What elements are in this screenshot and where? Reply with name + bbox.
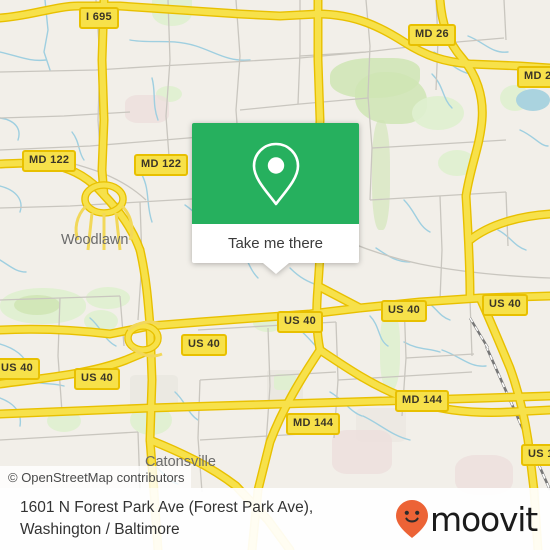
road-shield-us40[interactable]: US 40	[74, 368, 121, 390]
place-label-woodlawn: Woodlawn	[61, 232, 129, 248]
map-attribution[interactable]: © OpenStreetMap contributors	[0, 466, 191, 488]
location-popup[interactable]: Take me there	[192, 123, 359, 274]
road-shield-md122[interactable]: MD 122	[134, 154, 189, 176]
popup-tail-arrow	[262, 263, 289, 274]
road-shield-us40[interactable]: US 40	[482, 294, 529, 316]
road-shield-us40[interactable]: US 40	[181, 334, 228, 356]
location-title-line1: 1601 N Forest Park Ave (Forest Park Ave)…	[20, 499, 314, 516]
map-screenshot: Woodlawn Catonsville I 695 MD 26 MD 26 M…	[0, 0, 550, 550]
take-me-there-label: Take me there	[227, 235, 324, 252]
footer-bar: 1601 N Forest Park Ave (Forest Park Ave)…	[0, 488, 550, 550]
map-pin-icon	[252, 142, 299, 205]
road-shield-md26[interactable]: MD 26	[408, 24, 456, 46]
moovit-smiley-pin-icon	[396, 500, 429, 538]
road-shield-us1[interactable]: US 1	[521, 444, 550, 466]
location-title: 1601 N Forest Park Ave (Forest Park Ave)…	[0, 497, 313, 541]
popup-action-bar[interactable]: Take me there	[192, 224, 359, 274]
road-shield-us40[interactable]: US 40	[381, 300, 428, 322]
road-shield-us40[interactable]: US 40	[0, 358, 41, 380]
road-shield-md122[interactable]: MD 122	[22, 150, 77, 172]
road-shield-i695[interactable]: I 695	[79, 7, 119, 29]
road-shield-us40[interactable]: US 40	[277, 311, 324, 333]
road-shield-md26[interactable]: MD 26	[517, 66, 550, 88]
location-title-line2: Washington / Baltimore	[20, 521, 180, 538]
moovit-logo[interactable]: moovit	[395, 499, 538, 539]
road-shield-md144[interactable]: MD 144	[395, 390, 450, 412]
water-body	[516, 89, 550, 111]
moovit-wordmark: moovit	[430, 499, 538, 539]
map-canvas[interactable]: Woodlawn Catonsville I 695 MD 26 MD 26 M…	[0, 0, 550, 550]
popup-header	[192, 123, 359, 224]
road-shield-md144[interactable]: MD 144	[286, 413, 341, 435]
